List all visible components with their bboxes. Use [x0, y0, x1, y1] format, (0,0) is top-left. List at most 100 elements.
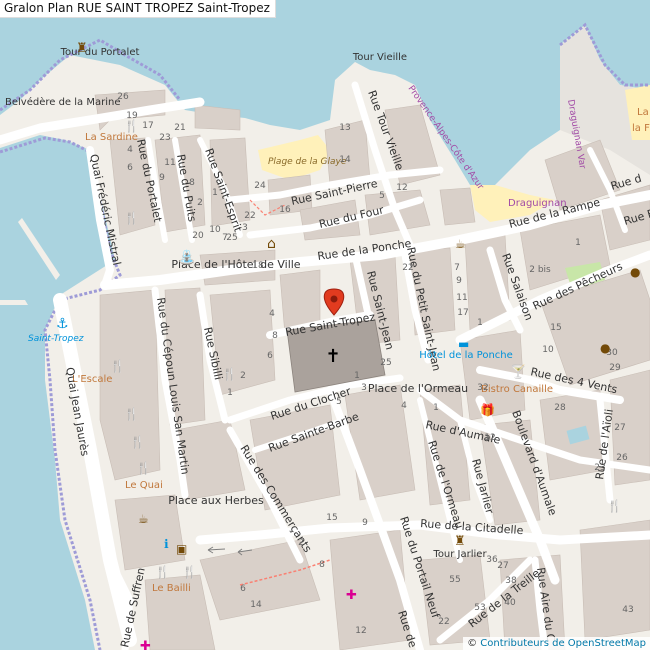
building	[99, 289, 161, 481]
house-number: 32	[477, 383, 488, 393]
house-number: 4	[269, 309, 275, 319]
house-number: 9	[159, 173, 165, 183]
house-number: 38	[505, 576, 517, 586]
house-number: 2	[240, 371, 246, 381]
house-number: 6	[240, 584, 246, 594]
house-number: 40	[504, 598, 516, 608]
house-number: 11	[164, 158, 175, 168]
label-la-fr-2: la Fr	[632, 123, 650, 134]
house-number: 1	[575, 238, 581, 248]
house-number: 27	[497, 561, 508, 571]
house-number: 3	[242, 223, 248, 233]
info-icon: ℹ	[164, 537, 169, 551]
house-number: 12	[484, 433, 495, 443]
house-number: 16	[279, 205, 291, 215]
house-number: 22	[402, 263, 413, 273]
house-number: 18	[252, 261, 264, 271]
house-number: 5	[379, 191, 385, 201]
label-tour-vieille: Tour Vieille	[352, 52, 407, 63]
restaurant-icon: 🍴	[130, 435, 145, 449]
house-number: 29	[609, 363, 621, 373]
label-plage-glaye: Plage de la Glaye	[268, 157, 347, 167]
map-title: Gralon Plan RUE SAINT TROPEZ Saint-Trope…	[0, 0, 276, 18]
fountain-icon: ⛲	[178, 249, 195, 266]
house-number: 8	[272, 331, 278, 341]
house-number: 7	[454, 263, 460, 273]
house-number: 24	[254, 181, 266, 191]
dot-icon: ●	[600, 341, 610, 355]
house-number: 17	[457, 308, 468, 318]
house-number: 55	[449, 575, 460, 585]
bar-icon: 🍸	[510, 363, 526, 380]
label-le-bailli: Le Bailli	[152, 583, 191, 594]
restaurant-icon: 🍴	[136, 461, 151, 475]
osm-link[interactable]: Contributeurs de OpenStreetMap	[480, 638, 646, 649]
house-number: 7	[222, 233, 228, 243]
label-saint-tropez-port: Saint-Tropez	[28, 334, 84, 344]
house-number: 2	[298, 538, 304, 548]
hotel-icon: ▬	[458, 337, 469, 351]
house-number: 23	[159, 133, 170, 143]
map-canvas[interactable]: ✝ Tour du Portalet Tour Vieille Belvédèr…	[0, 0, 650, 650]
label-place-ormeau: Place de l'Ormeau	[368, 382, 468, 395]
label-la-fr-1: La	[637, 107, 649, 118]
house-number: 3	[361, 383, 367, 393]
house-number: 20	[192, 231, 204, 241]
label-draguignan: Draguignan	[508, 198, 567, 209]
restaurant-icon: 🍴	[110, 359, 125, 373]
house-number: 43	[622, 605, 633, 615]
gift-shop-icon: 🎁	[480, 403, 495, 417]
jetty-small	[0, 300, 28, 305]
house-number: 22	[438, 617, 449, 627]
label-le-quai: Le Quai	[125, 480, 163, 491]
church-cross-icon: ✝	[325, 346, 340, 367]
dot-icon: ●	[630, 265, 640, 279]
pharmacy-icon: ✚	[140, 639, 151, 650]
house-number: 5	[336, 397, 342, 407]
house-number: 25	[380, 358, 391, 368]
house-number: 26	[117, 92, 129, 102]
tower-icon: ♜	[76, 41, 88, 56]
label-belvedere: Belvédère de la Marine	[5, 96, 120, 108]
house-number: 15	[326, 513, 337, 523]
house-number: 4	[127, 145, 133, 155]
house-number: 21	[174, 123, 185, 133]
attribution: © Contributeurs de OpenStreetMap	[463, 637, 650, 650]
house-number: 2 bis	[529, 265, 551, 275]
house-number: 4	[401, 401, 407, 411]
house-number: 53	[474, 603, 485, 613]
house-number: 1	[227, 388, 233, 398]
house-number: 14	[339, 155, 351, 165]
house-number: 27	[614, 423, 625, 433]
house-number: 1	[433, 403, 439, 413]
label-bistro: Bistro Canaille	[481, 384, 553, 395]
cafe-icon: ☕	[138, 512, 149, 526]
house-number: 12	[396, 183, 407, 193]
tower-jarlier-icon: ♜	[454, 534, 466, 549]
town-hall-icon: ⌂	[267, 236, 276, 252]
house-number: 6	[127, 163, 133, 173]
restaurant-icon: 🍴	[124, 211, 139, 225]
label-la-sardine: La Sardine	[85, 132, 138, 143]
restaurant-icon: 🍴	[222, 367, 237, 381]
house-number: 6	[267, 351, 273, 361]
building	[439, 187, 476, 226]
restaurant-icon: 🍴	[607, 499, 622, 513]
label-tour-jarlier: Tour Jarlier	[432, 549, 487, 560]
house-number: 9	[362, 518, 368, 528]
anchor-icon: ⚓	[56, 316, 69, 332]
house-number: 10	[209, 225, 221, 235]
label-tour-portalet: Tour du Portalet	[60, 47, 140, 58]
house-number: 1	[477, 318, 483, 328]
house-number: 9	[456, 276, 462, 286]
house-number: 26	[616, 453, 628, 463]
house-number: 36	[486, 555, 498, 565]
house-number: 10	[542, 345, 554, 355]
house-number: 2	[197, 198, 203, 208]
attribution-prefix: ©	[467, 638, 481, 649]
house-number: 25	[226, 233, 237, 243]
cafe-icon: ☕	[455, 237, 466, 251]
house-number: 12	[355, 626, 366, 636]
pharmacy-icon: ✚	[346, 588, 357, 603]
house-number: 8	[189, 178, 195, 188]
